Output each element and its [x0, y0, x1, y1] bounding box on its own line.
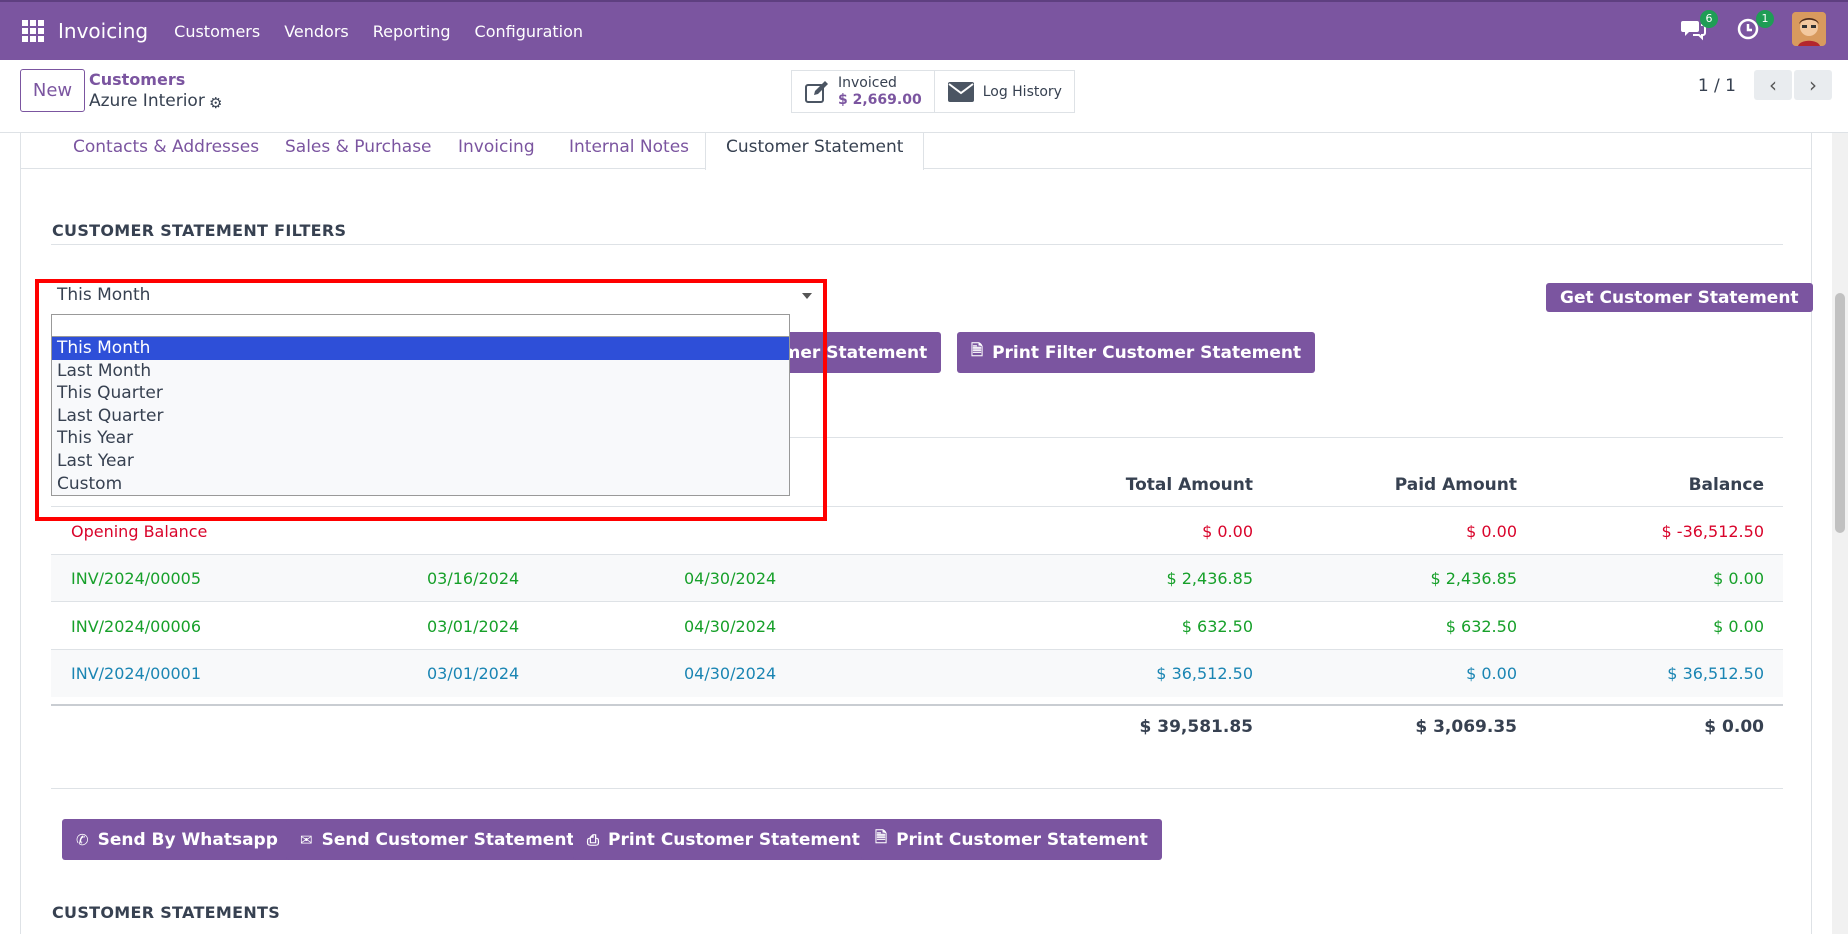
row-due-date: 04/30/2024 — [684, 617, 777, 636]
statements-section-title: CUSTOMER STATEMENTS — [52, 903, 281, 922]
row-paid: $ 0.00 — [1466, 522, 1517, 541]
menu-vendors[interactable]: Vendors — [284, 22, 349, 41]
print-icon: ⎙ — [587, 830, 600, 849]
edit-icon — [805, 80, 828, 103]
chevron-left-icon: ‹ — [1769, 73, 1777, 97]
row-total: $ 2,436.85 — [1166, 569, 1253, 588]
form-sheet: Contacts & Addresses Sales & Purchase In… — [20, 133, 1813, 934]
messages-button[interactable]: 6 — [1680, 10, 1718, 42]
highlight-annotation-box — [35, 279, 827, 521]
new-button[interactable]: New — [20, 69, 85, 112]
app-title[interactable]: Invoicing — [58, 19, 148, 43]
gear-icon[interactable]: ⚙ — [209, 94, 222, 112]
paid-amount-sum: $ 3,069.35 — [1415, 717, 1517, 737]
pager-value[interactable]: 1 / 1 — [1698, 76, 1736, 96]
breadcrumb-parent[interactable]: Customers — [89, 70, 185, 89]
row-paid: $ 632.50 — [1445, 617, 1517, 636]
tab-invoicing[interactable]: Invoicing — [458, 133, 535, 169]
row-paid: $ 2,436.85 — [1430, 569, 1517, 588]
header-paid-amount: Paid Amount — [1394, 475, 1517, 495]
menu-customers[interactable]: Customers — [174, 22, 260, 41]
row-total: $ 36,512.50 — [1156, 664, 1253, 683]
top-navbar: Invoicing Customers Vendors Reporting Co… — [0, 0, 1848, 60]
print-filter-customer-statement-button[interactable]: 🗎 Print Filter Customer Statement — [957, 332, 1316, 373]
smart-buttons: Invoiced $ 2,669.00 Log History — [791, 70, 1075, 113]
invoiced-value: $ 2,669.00 — [838, 91, 922, 108]
row-balance: $ 36,512.50 — [1667, 664, 1764, 683]
print-customer-statement-excel-button[interactable]: 🗎 Print Customer Statement — [861, 819, 1162, 860]
row-due-date: 04/30/2024 — [684, 664, 777, 683]
filters-section-title: CUSTOMER STATEMENT FILTERS — [52, 221, 347, 240]
page-scrollbar[interactable] — [1832, 133, 1848, 934]
divider — [51, 788, 1783, 789]
print-customer-statement-label: Print Customer Statement — [608, 829, 860, 850]
chevron-right-icon: › — [1809, 73, 1817, 97]
activities-button[interactable]: 1 — [1736, 10, 1774, 42]
send-by-whatsapp-label: Send By Whatsapp — [97, 829, 278, 850]
row-balance: $ 0.00 — [1713, 569, 1764, 588]
send-by-whatsapp-button[interactable]: ✆ Send By Whatsapp — [62, 819, 292, 860]
table-row[interactable]: INV/2024/00005 03/16/2024 04/30/2024 $ 2… — [51, 555, 1783, 602]
envelope-icon — [947, 81, 974, 102]
invoiced-stat-button[interactable]: Invoiced $ 2,669.00 — [792, 71, 934, 112]
control-panel: New Customers Azure Interior ⚙ Invoiced … — [0, 60, 1848, 133]
row-reference: Opening Balance — [71, 522, 208, 541]
divider — [51, 244, 1783, 245]
tab-customer-statement[interactable]: Customer Statement — [705, 133, 925, 170]
activities-badge: 1 — [1756, 10, 1774, 28]
print-customer-statement-excel-label: Print Customer Statement — [896, 829, 1148, 850]
invoiced-label: Invoiced — [838, 74, 897, 91]
notebook-tabs: Contacts & Addresses Sales & Purchase In… — [21, 133, 1811, 170]
print-filter-label: Print Filter Customer Statement — [992, 342, 1302, 363]
log-history-button[interactable]: Log History — [933, 71, 1074, 112]
menu-configuration[interactable]: Configuration — [475, 22, 584, 41]
envelope-icon: ✉ — [300, 830, 313, 849]
menu-reporting[interactable]: Reporting — [373, 22, 451, 41]
table-row[interactable]: INV/2024/00006 03/01/2024 04/30/2024 $ 6… — [51, 603, 1783, 650]
get-customer-statement-button[interactable]: Get Customer Statement — [1546, 283, 1813, 312]
row-reference: INV/2024/00006 — [71, 617, 202, 636]
row-total: $ 632.50 — [1181, 617, 1253, 636]
table-row[interactable]: INV/2024/00001 03/01/2024 04/30/2024 $ 3… — [51, 650, 1783, 697]
file-excel-icon: 🗎 — [971, 341, 984, 359]
row-date: 03/01/2024 — [427, 617, 520, 636]
row-paid: $ 0.00 — [1466, 664, 1517, 683]
pager-next-button[interactable]: › — [1794, 70, 1832, 100]
apps-menu-icon[interactable] — [22, 20, 44, 42]
row-date: 03/16/2024 — [427, 569, 520, 588]
breadcrumb-current: Azure Interior — [89, 91, 205, 111]
scrollbar-thumb[interactable] — [1835, 293, 1845, 533]
header-balance: Balance — [1688, 475, 1764, 495]
tab-contacts-addresses[interactable]: Contacts & Addresses — [73, 133, 259, 169]
file-excel-icon: 🗎 — [875, 828, 888, 846]
row-due-date: 04/30/2024 — [684, 569, 777, 588]
send-customer-statement-label: Send Customer Statement — [321, 829, 575, 850]
header-total-amount: Total Amount — [1125, 475, 1253, 495]
pager-previous-button[interactable]: ‹ — [1754, 70, 1792, 100]
print-customer-statement-button[interactable]: ⎙ Print Customer Statement — [573, 819, 874, 860]
row-balance: $ 0.00 — [1713, 617, 1764, 636]
row-reference: INV/2024/00005 — [71, 569, 202, 588]
user-avatar[interactable] — [1792, 12, 1826, 46]
tab-sales-purchase[interactable]: Sales & Purchase — [285, 133, 432, 169]
tab-internal-notes[interactable]: Internal Notes — [569, 133, 689, 169]
total-amount-sum: $ 39,581.85 — [1139, 717, 1253, 737]
balance-sum: $ 0.00 — [1704, 717, 1764, 737]
whatsapp-icon: ✆ — [76, 830, 89, 849]
log-history-label: Log History — [982, 83, 1062, 100]
row-date: 03/01/2024 — [427, 664, 520, 683]
table-totals-row: $ 39,581.85 $ 3,069.35 $ 0.00 — [51, 704, 1783, 751]
row-balance: $ -36,512.50 — [1661, 522, 1764, 541]
row-total: $ 0.00 — [1202, 522, 1253, 541]
messages-badge: 6 — [1700, 10, 1718, 28]
row-reference: INV/2024/00001 — [71, 664, 202, 683]
send-customer-statement-button[interactable]: ✉ Send Customer Statement — [286, 819, 589, 860]
